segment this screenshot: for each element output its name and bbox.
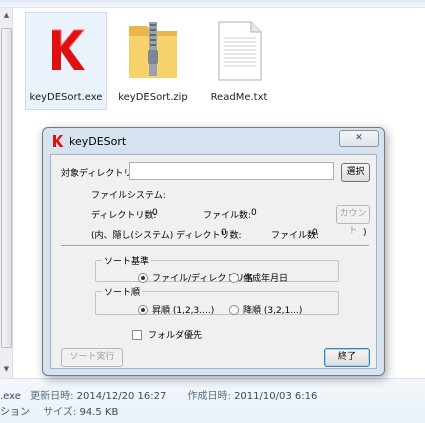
- zip-folder-icon: [129, 22, 177, 78]
- file-item-keydesort-zip[interactable]: keyDESort.zip: [112, 12, 194, 112]
- details-pane: .exe 更新日時: 2014/12/20 16:27 作成日時: 2011/1…: [0, 378, 425, 423]
- file-item-keydesort-exe[interactable]: keyDESort.exe: [25, 12, 107, 112]
- radio-unselected-icon: [229, 304, 239, 315]
- keydesort-dialog: keyDESort ✕ 対象ディレクトリ 選択 ファイルシステム: ディレクトリ…: [42, 127, 385, 376]
- keydesort-app-icon: [52, 29, 86, 70]
- scroll-up-arrow-icon[interactable]: ▲: [2, 10, 11, 20]
- folder-first-label: フォルダ優先: [148, 331, 203, 341]
- details-line-2: ション サイズ: 94.5 KB: [0, 403, 118, 418]
- scroll-down-arrow-icon[interactable]: ▼: [2, 364, 11, 374]
- details-line-1: .exe 更新日時: 2014/12/20 16:27 作成日時: 2011/1…: [0, 387, 317, 402]
- radio-selected-icon: [138, 304, 148, 315]
- radio-selected-icon: [138, 272, 148, 283]
- hidden-file-value: 0: [312, 228, 318, 238]
- target-dir-input[interactable]: [129, 162, 334, 180]
- dialog-title: keyDESort: [69, 135, 127, 148]
- file-name: ReadMe.txt: [210, 92, 268, 103]
- count-button[interactable]: カウント: [336, 205, 370, 236]
- dialog-client-area: 対象ディレクトリ 選択 ファイルシステム: ディレクトリ数: 0 ファイル数: …: [50, 154, 377, 369]
- explorer-top-strip: [0, 0, 425, 8]
- created-value: 2011/10/03 6:16: [234, 391, 318, 402]
- checkbox-empty-icon: [132, 329, 142, 340]
- file-type-fragment-2: ション: [0, 407, 30, 418]
- radio-created-date[interactable]: 作成年月日: [229, 271, 288, 284]
- radio-ascending-label: 昇順 (1,2,3....): [152, 306, 215, 316]
- hidden-dir-value: 0: [221, 228, 227, 238]
- run-sort-button[interactable]: ソート実行: [61, 348, 123, 367]
- file-name: keyDESort.zip: [118, 92, 188, 103]
- file-name: keyDESort.exe: [29, 92, 103, 103]
- created-label: 作成日時:: [187, 391, 231, 402]
- sort-order-legend: ソート順: [104, 288, 141, 298]
- sort-basis-legend: ソート基準: [104, 257, 150, 267]
- folder-first-checkbox[interactable]: フォルダ優先: [132, 328, 202, 341]
- file-item-readme-txt[interactable]: ReadMe.txt: [198, 12, 280, 112]
- size-label: サイズ:: [43, 407, 77, 418]
- radio-unselected-icon: [229, 272, 239, 283]
- exit-button[interactable]: 終了: [324, 348, 370, 367]
- keydesort-title-icon: [53, 135, 64, 147]
- target-dir-label: 対象ディレクトリ: [61, 169, 133, 179]
- separator: [61, 245, 369, 247]
- dir-count-label: ディレクトリ数:: [91, 211, 157, 221]
- radio-descending-label: 降順 (3,2,1...): [243, 306, 303, 316]
- close-icon: ✕: [355, 133, 363, 143]
- close-button[interactable]: ✕: [339, 130, 379, 147]
- select-button[interactable]: 選択: [341, 163, 370, 182]
- file-count-value: 0: [251, 208, 257, 218]
- scrollbar-thumb[interactable]: [1, 28, 12, 348]
- radio-created-date-label: 作成年月日: [243, 274, 289, 284]
- vertical-scrollbar[interactable]: ▲ ▼: [0, 8, 13, 378]
- sort-basis-group: ソート基準 ファイル/ディレクトリ名 作成年月日: [95, 254, 339, 284]
- sort-order-group: ソート順 昇順 (1,2,3....) 降順 (3,2,1...): [95, 285, 339, 316]
- modified-label: 更新日時:: [30, 391, 74, 402]
- filesystem-label: ファイルシステム:: [91, 191, 166, 201]
- hidden-close-paren: ): [363, 228, 367, 238]
- modified-value: 2014/12/20 16:27: [76, 391, 167, 402]
- dialog-titlebar[interactable]: keyDESort ✕: [43, 128, 384, 154]
- file-count-label: ファイル数:: [203, 211, 252, 221]
- dir-count-value: 0: [152, 208, 158, 218]
- file-type-fragment: .exe: [0, 391, 21, 402]
- text-file-icon: [218, 21, 262, 81]
- hidden-dir-label: (内、隠し(システム) ディレクトリ数:: [91, 231, 242, 241]
- radio-descending[interactable]: 降順 (3,2,1...): [229, 303, 302, 316]
- size-value: 94.5 KB: [79, 407, 119, 418]
- radio-ascending[interactable]: 昇順 (1,2,3....): [138, 303, 214, 316]
